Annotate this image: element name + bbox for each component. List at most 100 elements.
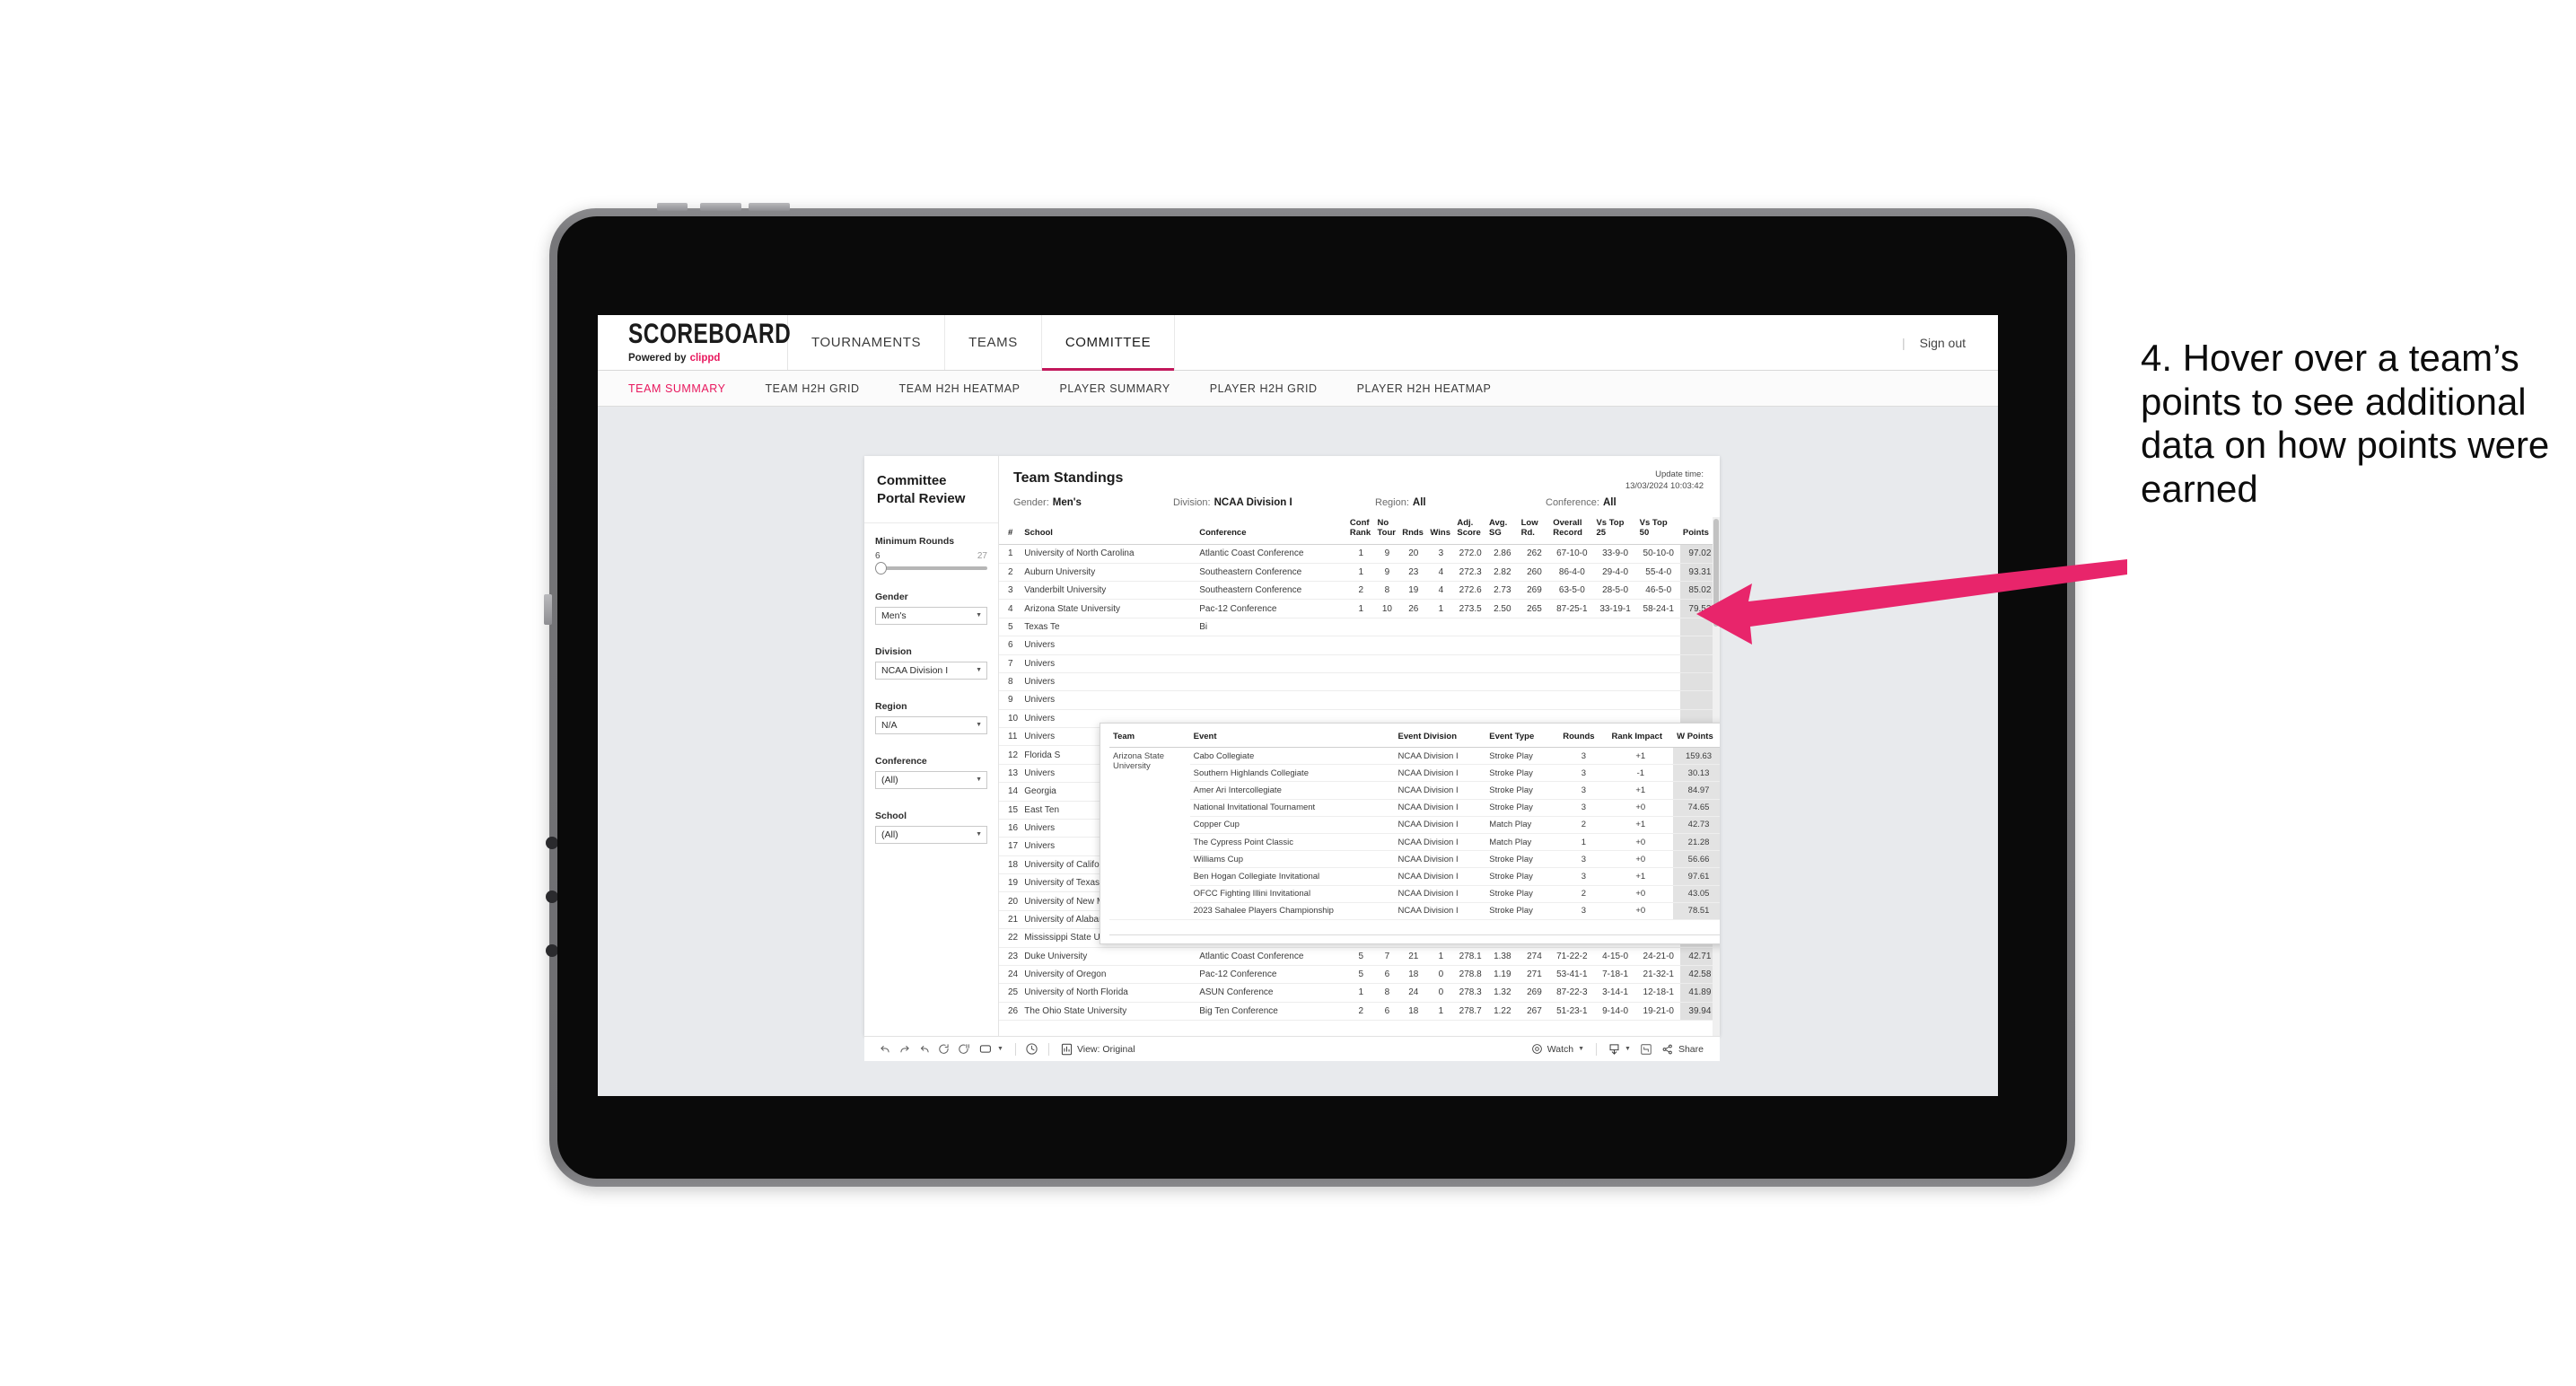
undo-icon[interactable] [875,1040,895,1058]
col-vs-top-50[interactable]: Vs Top 50 [1636,517,1680,546]
table-row[interactable]: 25 University of North Florida ASUN Confer… [999,983,1720,1003]
col-adj-score[interactable]: Adj. Score [1454,517,1486,546]
cell-low-rd [1518,636,1551,655]
cell-low-rd: 274 [1518,947,1551,966]
tooltip-cell-event: Williams Cup [1189,850,1395,869]
tooltip-cell-event-division: NCAA Division I [1394,850,1486,869]
tooltip-col-w-points: W Points [1673,730,1720,748]
conference-select[interactable]: (All) ▼ [875,770,987,789]
cell-rnds [1399,690,1428,710]
cell-conf-rank: 1 [1346,563,1375,583]
device-volume-up-button[interactable] [700,203,741,211]
col-school[interactable]: School [1021,517,1197,546]
col-avg-sg[interactable]: Avg. SG [1486,517,1519,546]
table-row[interactable]: 5 Texas Te Bi [999,618,1720,637]
col-conference[interactable]: Conference [1196,517,1347,546]
share-label: Share [1678,1043,1704,1055]
tooltip-cell-event-division: NCAA Division I [1394,902,1486,920]
sub-tab-player-h2h-grid[interactable]: PLAYER H2H GRID [1210,382,1318,395]
annotation-text: 4. Hover over a team’s points to see add… [2141,337,2550,511]
col-overall[interactable]: Overall Record [1550,517,1594,546]
table-row[interactable]: 2 Auburn University Southeastern Conferenc… [999,563,1720,583]
table-row[interactable]: 1 University of North Carolina Atlantic Co… [999,544,1720,564]
tablet-device: SCOREBOARD Powered by clippd TOURNAMENTS… [544,203,2075,1187]
cell-rank: 10 [999,709,1022,729]
tooltip-cell-rank-impact: +1 [1608,867,1674,886]
tooltip-cell-event: OFCC Fighting Illini Invitational [1189,885,1395,903]
filter-summary-division-value: NCAA Division I [1214,497,1292,508]
col-conf-rank[interactable]: Conf Rank [1346,517,1375,546]
gender-select[interactable]: Men's ▼ [875,606,987,625]
watch-label: Watch [1546,1043,1574,1055]
device-volume-down-button[interactable] [749,203,790,211]
redo-icon[interactable] [895,1040,915,1058]
filter-division: Division NCAA Division I ▼ [875,646,987,680]
sub-tab-team-h2h-heatmap[interactable]: TEAM H2H HEATMAP [899,382,1021,395]
table-row[interactable]: 8 Univers [999,672,1720,692]
standings-sheet: Team Standings Gender: Men's Division: N… [999,456,1720,1036]
cell-conf-rank [1346,672,1375,692]
tooltip-header-row: Team Event Event Division Event Type Rou… [1109,730,1720,748]
filter-summary-gender-value: Men's [1052,497,1082,508]
fullscreen-icon[interactable] [1636,1040,1656,1058]
table-row[interactable]: 6 Univers [999,636,1720,655]
col-rnds[interactable]: Rnds [1399,517,1428,546]
minimum-rounds-slider[interactable] [875,561,987,575]
col-wins[interactable]: Wins [1427,517,1455,546]
signout-link[interactable]: Sign out [1920,336,1966,350]
table-row[interactable]: 3 Vanderbilt University Southeastern Confe… [999,581,1720,601]
table-row[interactable]: 26 The Ohio State University Big Ten Confe… [999,1002,1720,1022]
watch-button[interactable]: Watch ▼ [1526,1043,1590,1055]
revert-icon[interactable] [915,1040,934,1058]
tooltip-cell-event: Copper Cup [1189,816,1395,834]
cell-low-rd [1518,654,1551,673]
cell-adj-score [1454,672,1486,692]
nav-tab-committee[interactable]: COMMITTEE [1041,315,1176,371]
device-power-button[interactable] [657,203,688,211]
tooltip-cell-event: The Cypress Point Classic [1189,833,1395,852]
col-vs-top-25[interactable]: Vs Top 25 [1593,517,1637,546]
cell-school: Univers [1021,690,1197,710]
col-low-rd[interactable]: Low Rd. [1518,517,1551,546]
table-row[interactable]: 4 Arizona State University Pac-12 Conferen… [999,599,1720,618]
table-row[interactable]: 24 University of Oregon Pac-12 Conference 5… [999,965,1720,985]
pause-updates-icon[interactable] [954,1040,974,1058]
sub-tab-team-h2h-grid[interactable]: TEAM H2H GRID [765,382,859,395]
tablet-bezel: SCOREBOARD Powered by clippd TOURNAMENTS… [557,216,2067,1179]
cell-rank: 17 [999,837,1022,856]
tooltip-cell-event-type: Match Play [1485,816,1560,834]
minimum-rounds-slider-thumb[interactable] [875,561,887,575]
minimum-rounds-min: 6 [875,550,881,561]
cell-no-tour [1374,672,1400,692]
sub-tab-team-summary[interactable]: TEAM SUMMARY [628,382,725,395]
division-select[interactable]: NCAA Division I ▼ [875,661,987,680]
col-rank[interactable]: # [999,517,1022,546]
refresh-data-icon[interactable] [934,1040,954,1058]
view-history-icon[interactable] [1022,1040,1042,1058]
filter-panel: Committee Portal Review Minimum Rounds 6… [864,456,999,1036]
nav-tab-tournaments[interactable]: TOURNAMENTS [788,315,946,370]
tooltip-cell-w-points: 159.63 [1673,747,1720,766]
sub-tab-player-summary[interactable]: PLAYER SUMMARY [1060,382,1170,395]
tooltip-col-event-division: Event Division [1394,730,1486,748]
cell-rank: 9 [999,690,1022,710]
download-button[interactable]: ▼ [1603,1043,1636,1056]
school-select[interactable]: (All) ▼ [875,825,987,844]
share-button[interactable]: Share [1656,1043,1709,1056]
cell-school: The Ohio State University [1021,1002,1197,1022]
cell-vs-top-50: 50-10-0 [1636,544,1680,564]
sub-tab-player-h2h-heatmap[interactable]: PLAYER H2H HEATMAP [1357,382,1492,395]
nav-tab-teams[interactable]: TEAMS [945,315,1042,370]
region-select[interactable]: N/A ▼ [875,715,987,734]
table-row[interactable]: 9 Univers [999,690,1720,710]
brand-logo[interactable]: SCOREBOARD Powered by clippd [598,315,791,370]
conference-select-value: (All) [881,774,898,785]
table-scrollbar-thumb[interactable] [1713,519,1719,627]
cell-rank: 20 [999,891,1022,911]
table-row[interactable]: 23 Duke University Atlantic Coast Conferen… [999,947,1720,966]
table-row[interactable]: 7 Univers [999,654,1720,673]
col-no-tour[interactable]: No Tour [1374,517,1400,546]
view-original-button[interactable]: View: Original [1056,1043,1141,1056]
highlight-icon[interactable]: ▼ [974,1044,1009,1054]
